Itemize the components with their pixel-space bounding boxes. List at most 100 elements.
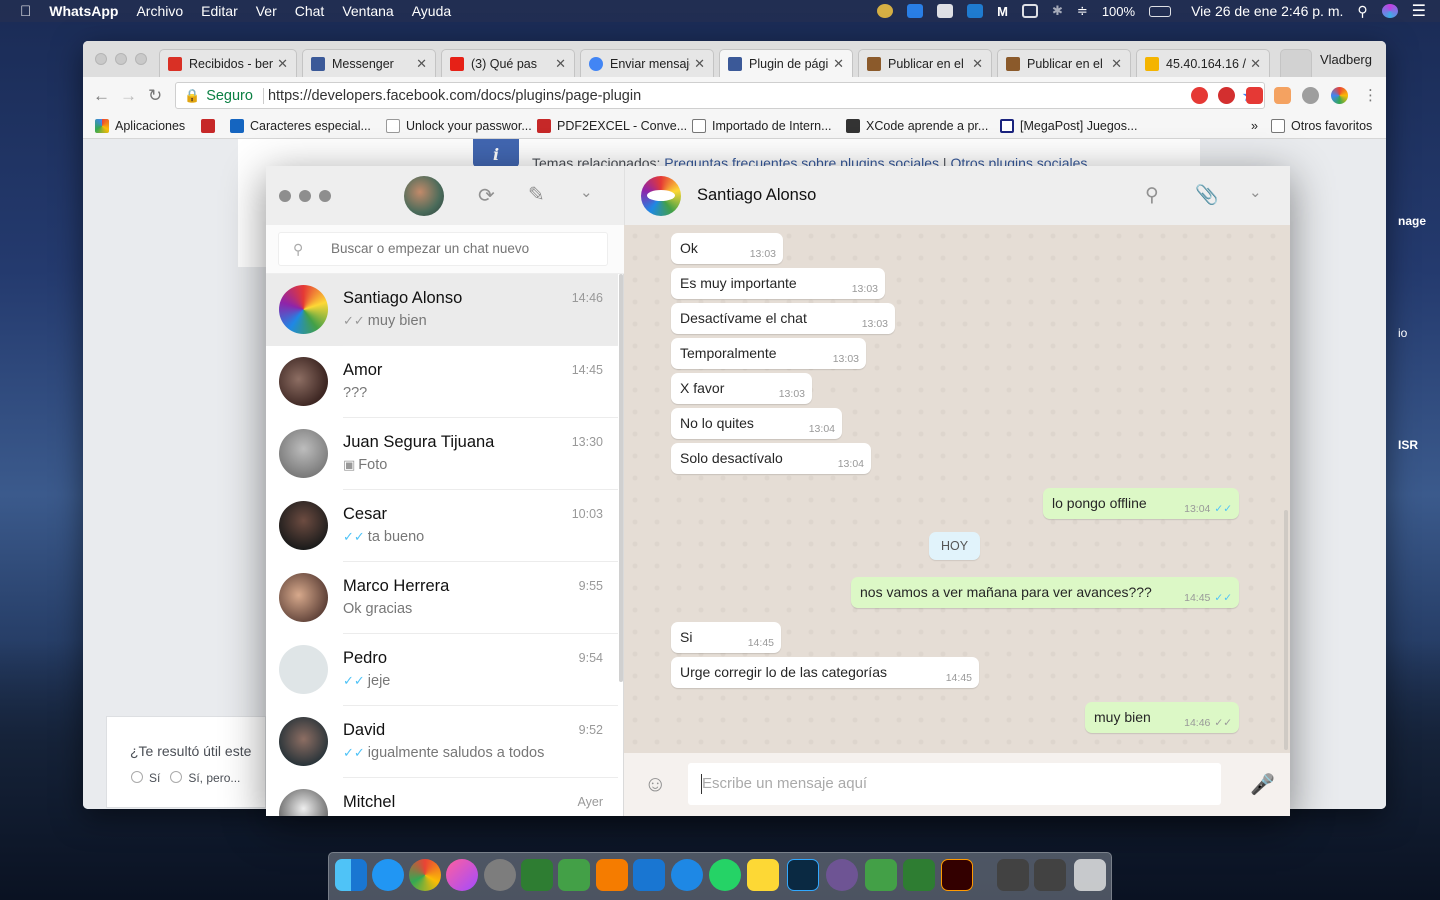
cyberduck-icon[interactable] — [747, 859, 779, 891]
whatsapp-icon[interactable] — [709, 859, 741, 891]
app-icon[interactable] — [633, 859, 665, 891]
system-preferences-icon[interactable] — [484, 859, 516, 891]
close-window-button[interactable] — [95, 53, 107, 65]
bookmark-folder[interactable]: Importado de Intern... — [692, 119, 832, 133]
forward-arrow-icon[interactable]: → — [120, 86, 137, 106]
browser-tab[interactable]: Enviar mensaje ✕ — [580, 49, 714, 77]
conversation-scrollbar[interactable] — [1284, 510, 1288, 750]
feedback-yes-but-radio[interactable]: Sí, pero... — [170, 771, 240, 785]
gmail-status-icon[interactable]: M — [997, 4, 1008, 19]
contact-avatar[interactable] — [641, 176, 681, 216]
opera-extension-icon[interactable] — [1191, 87, 1208, 104]
extension-icon[interactable] — [1302, 87, 1319, 104]
chat-list-item[interactable]: Santiago Alonso 14:46 ✓✓ muy bien — [266, 274, 618, 346]
browser-tab[interactable]: Publicar en el n ✕ — [858, 49, 992, 77]
status-refresh-icon[interactable]: ⟳ — [478, 183, 495, 208]
extension-icon[interactable] — [1274, 87, 1291, 104]
menu-chat[interactable]: Chat — [295, 3, 325, 19]
menu-chevron-down-icon[interactable]: ⌄ — [1249, 183, 1262, 201]
minimized-window-icon[interactable] — [1034, 859, 1066, 891]
url-text[interactable]: https://developers.facebook.com/docs/plu… — [268, 88, 641, 104]
search-box[interactable]: ⚲ — [278, 232, 608, 266]
chrome-icon[interactable] — [409, 859, 441, 891]
bookmark-item[interactable]: [MegaPost] Juegos... — [1000, 119, 1137, 133]
photoshop-icon[interactable] — [787, 859, 819, 891]
adblock-plus-icon[interactable] — [1218, 87, 1235, 104]
notification-center-icon[interactable]: ☰ — [1412, 1, 1426, 21]
browser-tab-active[interactable]: Plugin de págin ✕ — [719, 49, 853, 77]
menu-archivo[interactable]: Archivo — [136, 3, 183, 19]
minimize-window-button[interactable] — [299, 190, 311, 202]
siri-icon[interactable] — [1381, 4, 1398, 18]
illustrator-icon[interactable] — [941, 859, 973, 891]
bookmark-item[interactable]: Unlock your passwor... — [386, 119, 532, 133]
chat-list-item[interactable]: David 9:52 ✓✓ igualmente saludos a todos — [266, 706, 618, 778]
menu-ventana[interactable]: Ventana — [342, 3, 393, 19]
menu-editar[interactable]: Editar — [201, 3, 238, 19]
browser-tab[interactable]: (3) Qué pas ✕ — [441, 49, 575, 77]
wifi-icon[interactable]: ≑ — [1077, 3, 1088, 19]
google-extension-icon[interactable] — [1331, 87, 1348, 104]
feedback-yes-radio[interactable]: Sí — [131, 771, 160, 785]
new-tab-button[interactable] — [1280, 49, 1312, 77]
close-tab-icon[interactable]: ✕ — [694, 56, 705, 72]
itunes-icon[interactable] — [446, 859, 478, 891]
extension-icon[interactable] — [1246, 87, 1263, 104]
menu-ver[interactable]: Ver — [256, 3, 277, 19]
close-window-button[interactable] — [279, 190, 291, 202]
status-app-icon[interactable] — [967, 4, 984, 18]
chat-list-item[interactable]: Juan Segura Tijuana 13:30 ▣ Foto — [266, 418, 618, 490]
close-tab-icon[interactable]: ✕ — [1111, 56, 1122, 72]
close-tab-icon[interactable]: ✕ — [972, 56, 983, 72]
close-tab-icon[interactable]: ✕ — [277, 56, 288, 72]
menu-app-name[interactable]: WhatsApp — [49, 3, 118, 19]
search-icon[interactable]: ⚲ — [1145, 184, 1159, 207]
contact-name[interactable]: Santiago Alonso — [697, 186, 816, 205]
battery-icon[interactable] — [1149, 5, 1172, 17]
chat-list-item[interactable]: Pedro 9:54 ✓✓ jeje — [266, 634, 618, 706]
zoom-window-button[interactable] — [135, 53, 147, 65]
reload-icon[interactable]: ↻ — [148, 86, 162, 106]
trash-icon[interactable] — [1074, 859, 1106, 891]
safari-icon[interactable] — [372, 859, 404, 891]
browser-tab[interactable]: Publicar en el n ✕ — [997, 49, 1131, 77]
attach-paperclip-icon[interactable]: 📎 — [1195, 183, 1219, 207]
message-input[interactable]: Escribe un mensaje aquí — [688, 763, 1221, 805]
menubar-clock[interactable]: Vie 26 de ene 2:46 p. m. — [1191, 3, 1343, 19]
spotlight-search-icon[interactable]: ⚲ — [1357, 3, 1367, 20]
minimize-window-button[interactable] — [115, 53, 127, 65]
finder-icon[interactable] — [335, 859, 367, 891]
microphone-icon[interactable]: 🎤 — [1250, 772, 1275, 797]
close-tab-icon[interactable]: ✕ — [1250, 56, 1261, 72]
other-bookmarks-folder[interactable]: Otros favoritos — [1271, 119, 1372, 133]
chrome-menu-icon[interactable]: ⋮ — [1363, 86, 1378, 104]
chat-list-item[interactable]: Cesar 10:03 ✓✓ ta bueno — [266, 490, 618, 562]
browser-tab[interactable]: Recibidos - ber ✕ — [159, 49, 297, 77]
menu-ayuda[interactable]: Ayuda — [412, 3, 451, 19]
bookmark-item[interactable]: Caracteres especial... — [230, 119, 371, 133]
chat-list-scrollbar[interactable] — [619, 274, 623, 682]
close-tab-icon[interactable]: ✕ — [416, 56, 427, 72]
app-icon[interactable] — [865, 859, 897, 891]
app-icon[interactable] — [521, 859, 553, 891]
my-profile-avatar[interactable] — [404, 176, 444, 216]
status-app-icon[interactable] — [877, 4, 894, 18]
zoom-window-button[interactable] — [319, 190, 331, 202]
chat-list-item[interactable]: Amor 14:45 ??? — [266, 346, 618, 418]
minimized-window-icon[interactable] — [997, 859, 1029, 891]
back-arrow-icon[interactable]: ← — [93, 86, 110, 106]
profile-name[interactable]: Vladberg — [1320, 52, 1372, 67]
new-chat-icon[interactable]: ✎ — [528, 182, 545, 207]
chat-list-item[interactable]: Marco Herrera 9:55 Ok gracias — [266, 562, 618, 634]
address-bar[interactable]: 🔒 Seguro https://developers.facebook.com… — [175, 82, 1265, 109]
bookmark-apps[interactable]: Aplicaciones — [95, 119, 185, 133]
sublime-text-icon[interactable] — [596, 859, 628, 891]
bluetooth-icon[interactable]: ✱ — [1052, 3, 1063, 19]
app-icon[interactable] — [903, 859, 935, 891]
status-app-icon[interactable] — [937, 4, 954, 18]
app-icon[interactable] — [558, 859, 590, 891]
emoji-icon[interactable]: ☺ — [644, 771, 666, 797]
bookmark-item[interactable] — [201, 119, 221, 133]
bookmarks-overflow[interactable]: » — [1251, 119, 1258, 133]
browser-tab[interactable]: 45.40.164.16 / ✕ — [1136, 49, 1270, 77]
